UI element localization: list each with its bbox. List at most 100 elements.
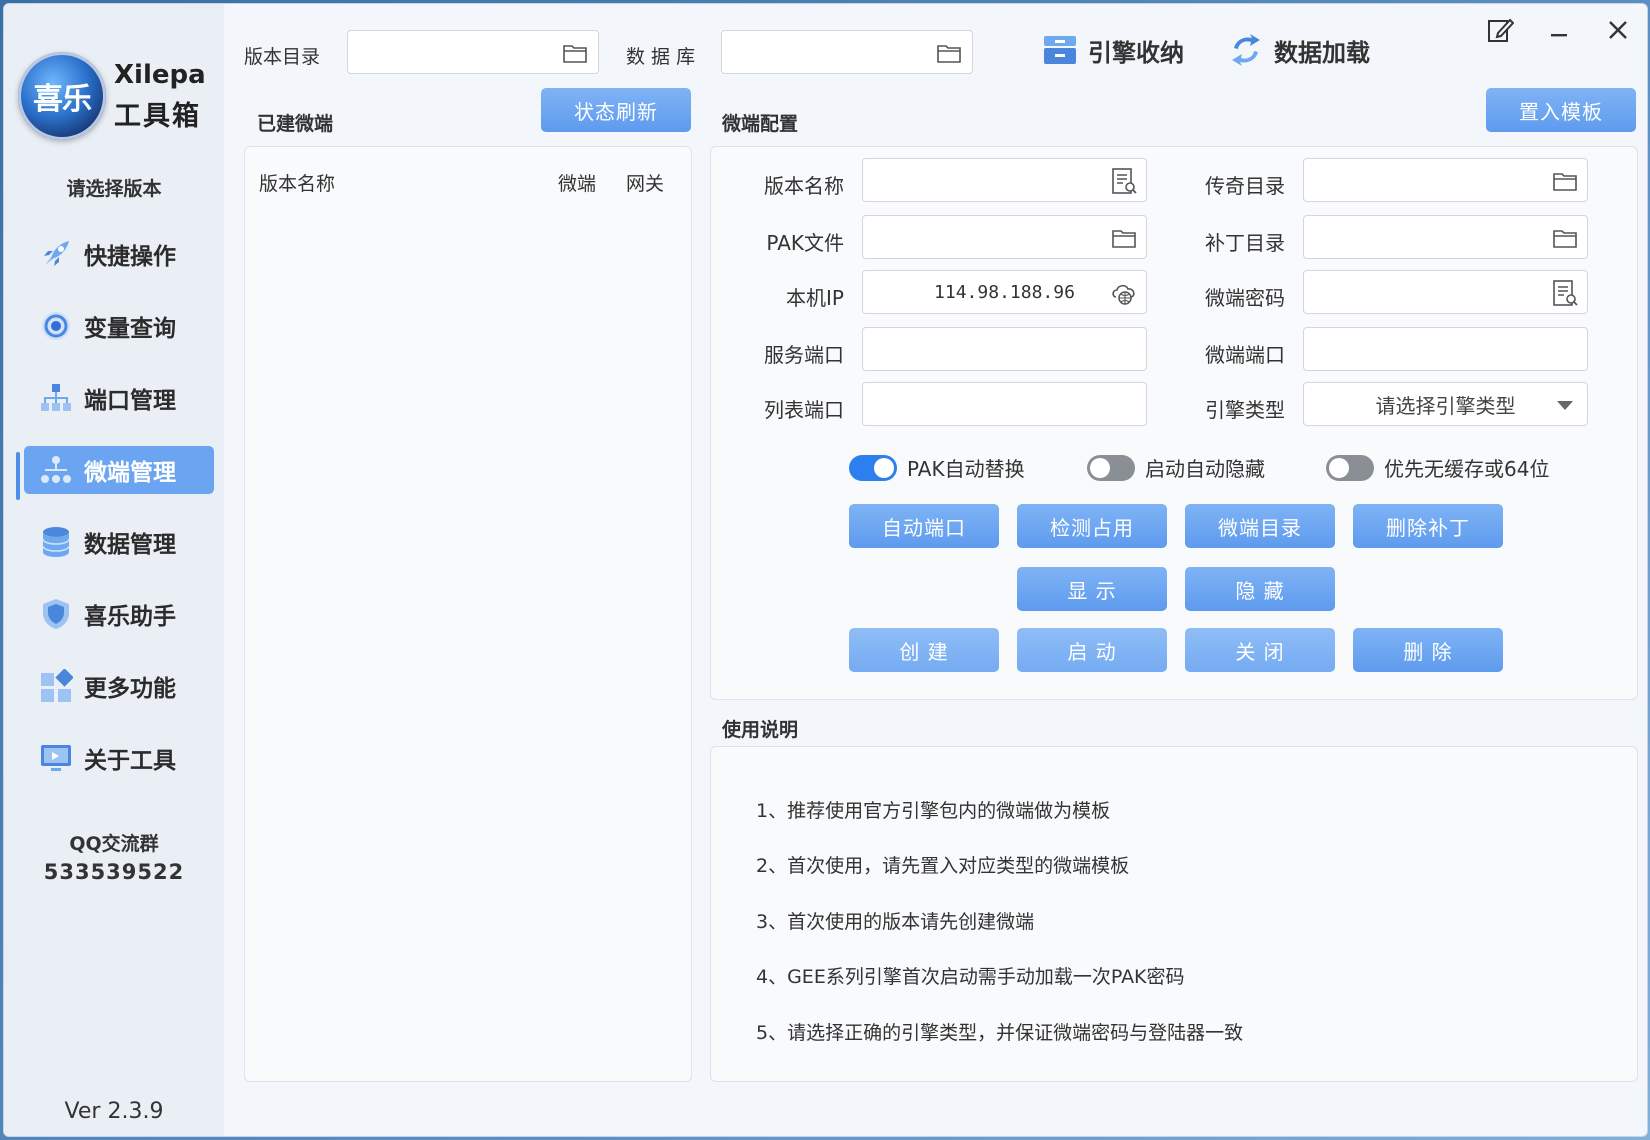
close-button[interactable] (1602, 16, 1634, 48)
toggle-switch-off[interactable] (1326, 454, 1374, 481)
sidebar-item-port-manage[interactable]: 端口管理 (24, 374, 214, 422)
sidebar-item-label: 喜乐助手 (84, 604, 176, 630)
close-icon (1606, 18, 1630, 47)
document-search-icon[interactable] (1110, 167, 1138, 195)
version-name-label: 版本名称 (764, 174, 844, 198)
close-client-button[interactable]: 关 闭 (1185, 628, 1335, 672)
usage-line: 5、请选择正确的引擎类型，并保证微端密码与登陆器一致 (756, 1022, 1244, 1044)
edit-button[interactable] (1484, 16, 1516, 48)
sidebar-item-about[interactable]: 关于工具 (24, 734, 214, 782)
sidebar-nav: 快捷操作 变量查询 端口管理 微端管理 数据管理 喜乐助手 更多功能 关于工具 (24, 230, 214, 806)
built-clients-list: 版本名称 微端 网关 (244, 146, 692, 1082)
sidebar-item-data-manage[interactable]: 数据管理 (24, 518, 214, 566)
toggle-no-cache-64bit[interactable]: 优先无缓存或64位 (1326, 453, 1549, 482)
usage-line: 3、首次使用的版本请先创建微端 (756, 911, 1035, 933)
folder-icon[interactable] (1110, 224, 1138, 252)
sidebar-item-label: 数据管理 (84, 532, 176, 558)
refresh-status-button[interactable]: 状态刷新 (541, 88, 691, 132)
database-input[interactable] (721, 30, 973, 74)
client-password-label: 微端密码 (1205, 286, 1285, 310)
toggle-auto-hide[interactable]: 启动自动隐藏 (1087, 453, 1265, 482)
list-port-label: 列表端口 (764, 398, 844, 422)
column-client[interactable]: 微端 (558, 169, 596, 196)
shield-icon (38, 596, 74, 632)
topology-icon (38, 452, 74, 488)
auto-port-button[interactable]: 自动端口 (849, 504, 999, 548)
legend-dir-label: 传奇目录 (1205, 174, 1285, 198)
qq-group-number[interactable]: 533539522 (4, 858, 224, 886)
version-dir-input[interactable] (347, 30, 599, 74)
service-port-label: 服务端口 (764, 343, 844, 367)
pak-file-label: PAK文件 (766, 231, 844, 255)
logo: 喜乐 Xilepa 工具箱 (18, 52, 218, 142)
list-port-input[interactable] (862, 382, 1147, 426)
cloud-globe-icon[interactable] (1110, 279, 1138, 307)
logo-badge: 喜乐 (18, 52, 106, 140)
insert-template-button[interactable]: 置入模板 (1486, 88, 1636, 132)
monitor-icon (38, 740, 74, 776)
delete-patch-button[interactable]: 删除补丁 (1353, 504, 1503, 548)
target-icon (38, 308, 74, 344)
client-dir-button[interactable]: 微端目录 (1185, 504, 1335, 548)
hide-button[interactable]: 隐 藏 (1185, 567, 1335, 611)
sidebar-item-more[interactable]: 更多功能 (24, 662, 214, 710)
show-button[interactable]: 显 示 (1017, 567, 1167, 611)
local-ip-input[interactable]: 114.98.188.96 (862, 270, 1147, 314)
sidebar-item-variable-query[interactable]: 变量查询 (24, 302, 214, 350)
sidebar-item-label: 关于工具 (84, 748, 176, 774)
local-ip-value: 114.98.188.96 (934, 281, 1075, 303)
delete-button[interactable]: 删 除 (1353, 628, 1503, 672)
data-load-button[interactable]: 数据加载 (1226, 30, 1370, 70)
usage-line: 1、推荐使用官方引擎包内的微端做为模板 (756, 800, 1111, 822)
folder-icon[interactable] (562, 40, 588, 66)
caret-down-icon (1557, 401, 1573, 410)
active-indicator (16, 452, 20, 500)
document-search-icon[interactable] (1551, 279, 1579, 307)
version-dir-label: 版本目录 (244, 46, 321, 68)
sidebar-item-label: 更多功能 (84, 676, 176, 702)
create-button[interactable]: 创 建 (849, 628, 999, 672)
service-port-input[interactable] (862, 327, 1147, 371)
sidebar-item-assistant[interactable]: 喜乐助手 (24, 590, 214, 638)
engine-type-value: 请选择引擎类型 (1375, 393, 1516, 418)
minimize-icon (1547, 18, 1571, 47)
column-gateway[interactable]: 网关 (626, 169, 664, 196)
usage-line: 2、首次使用，请先置入对应类型的微端模板 (756, 855, 1130, 877)
client-password-input[interactable] (1303, 270, 1588, 314)
storage-box-icon (1040, 30, 1080, 70)
folder-icon[interactable] (1551, 224, 1579, 252)
app-window: 喜乐 Xilepa 工具箱 请选择版本 快捷操作 变量查询 端口管理 微端管理 … (3, 3, 1648, 1137)
minimize-button[interactable] (1543, 16, 1575, 48)
qq-group-label: QQ交流群 (69, 833, 159, 855)
sidebar-item-label: 微端管理 (84, 460, 176, 486)
built-clients-title: 已建微端 (257, 113, 334, 135)
select-version-label[interactable]: 请选择版本 (4, 174, 224, 201)
toggle-switch-off[interactable] (1087, 454, 1135, 481)
client-port-input[interactable] (1303, 327, 1588, 371)
qq-group: QQ交流群 533539522 (4, 830, 224, 886)
engine-type-label: 引擎类型 (1205, 398, 1285, 422)
start-button[interactable]: 启 动 (1017, 628, 1167, 672)
engine-type-select[interactable]: 请选择引擎类型 (1303, 382, 1588, 426)
engine-store-button[interactable]: 引擎收纳 (1040, 30, 1184, 70)
legend-dir-input[interactable] (1303, 158, 1588, 202)
usage-title: 使用说明 (722, 719, 799, 741)
pak-file-input[interactable] (862, 215, 1147, 259)
folder-icon[interactable] (1551, 167, 1579, 195)
toggle-label: 启动自动隐藏 (1145, 457, 1265, 481)
column-version-name[interactable]: 版本名称 (259, 169, 335, 196)
network-icon (38, 380, 74, 416)
version-name-input[interactable] (862, 158, 1147, 202)
local-ip-label: 本机IP (786, 286, 844, 310)
data-load-label: 数据加载 (1274, 38, 1370, 67)
sidebar-item-quick-ops[interactable]: 快捷操作 (24, 230, 214, 278)
check-occupied-button[interactable]: 检测占用 (1017, 504, 1167, 548)
patch-dir-label: 补丁目录 (1205, 231, 1285, 255)
toggle-switch-on[interactable] (849, 454, 897, 481)
folder-icon[interactable] (936, 40, 962, 66)
sidebar-item-client-manage[interactable]: 微端管理 (24, 446, 214, 494)
app-subtitle: 工具箱 (114, 101, 201, 132)
sidebar-item-label: 快捷操作 (84, 244, 176, 270)
patch-dir-input[interactable] (1303, 215, 1588, 259)
toggle-pak-auto-replace[interactable]: PAK自动替换 (849, 453, 1025, 482)
